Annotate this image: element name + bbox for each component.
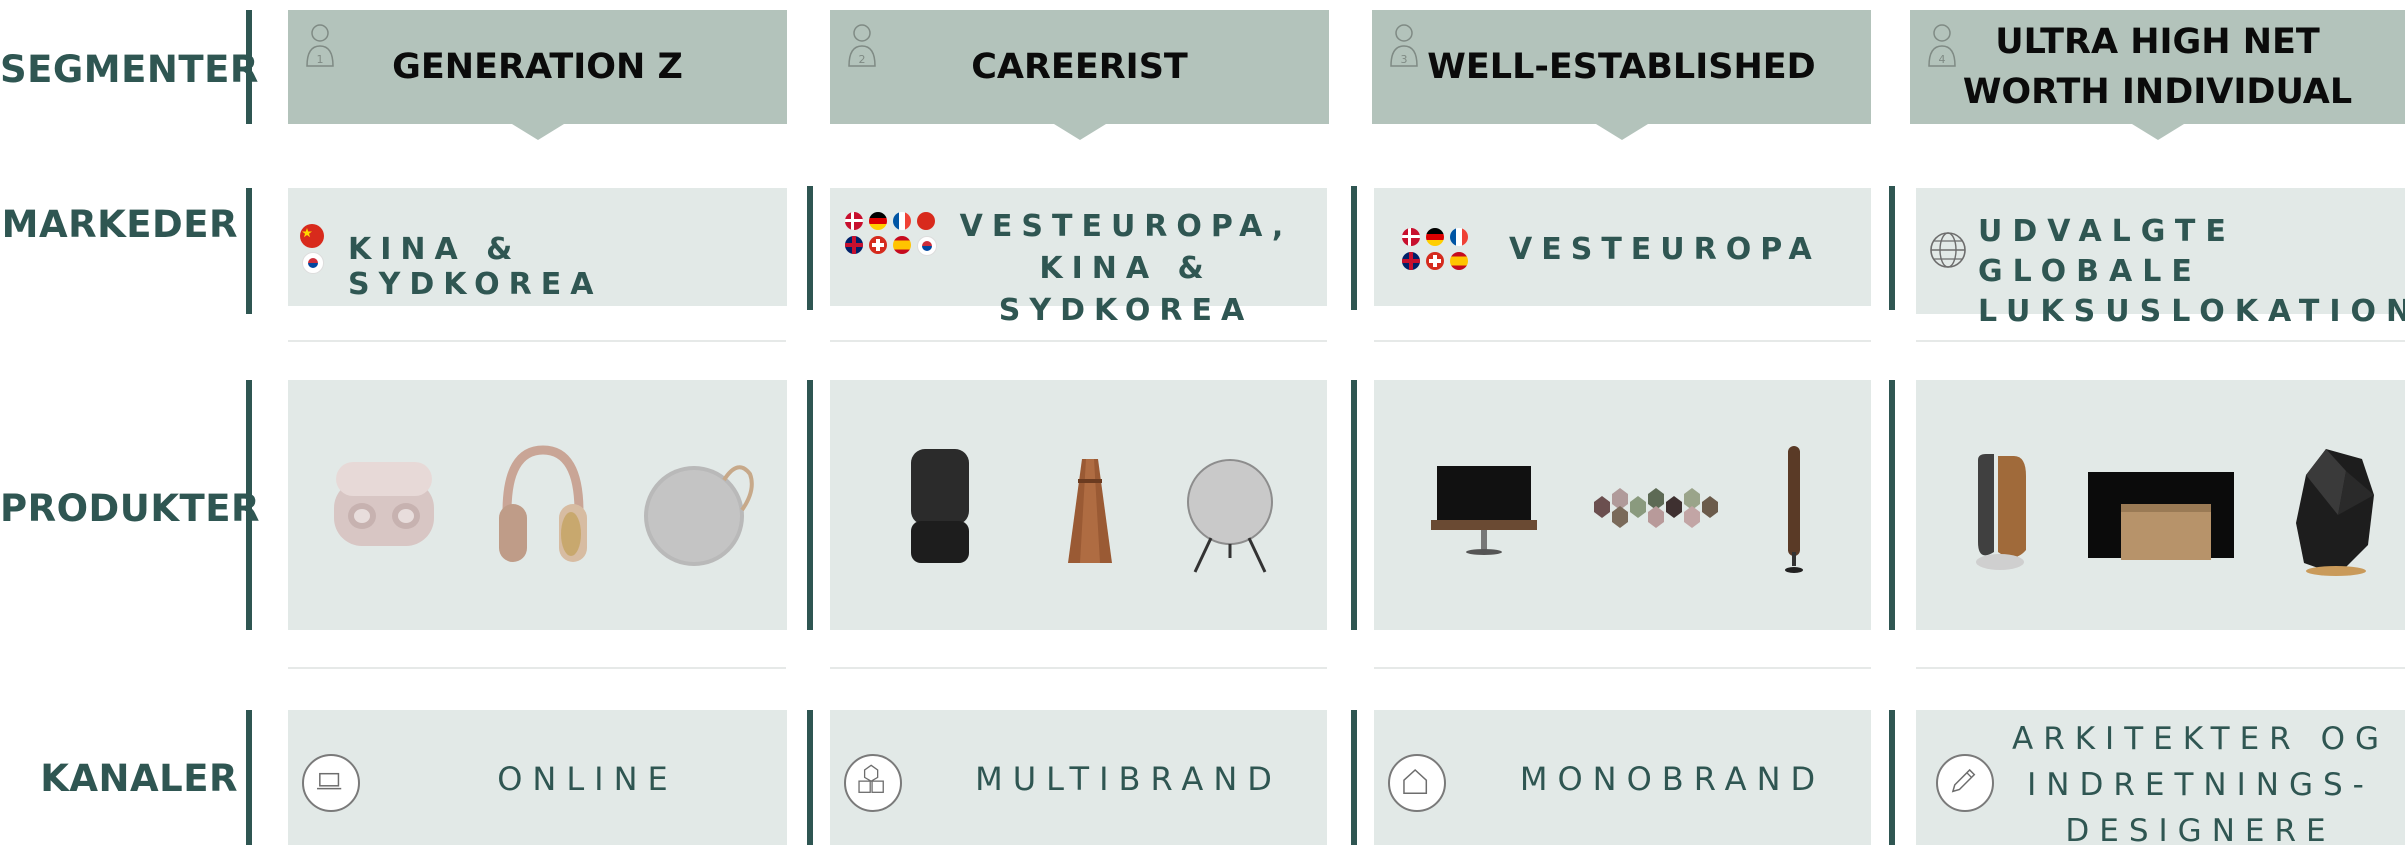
divider-products (246, 380, 252, 630)
segment-header-2: 2 CAREERIST (830, 10, 1329, 140)
col-divider (1351, 380, 1357, 630)
channel-text: ONLINE (497, 760, 678, 798)
segment-arrow (511, 124, 564, 140)
product-cell-3 (1374, 380, 1871, 630)
market-text-line: UDVALGTE GLOBALE (1978, 214, 2236, 289)
sculpture-speaker-product (2296, 449, 2374, 576)
segment-title-line: ULTRA HIGH NET (1995, 22, 2320, 62)
channel-text: MULTIBRAND (975, 760, 1282, 798)
flag-denmark-icon (845, 212, 863, 230)
television-product (1431, 466, 1537, 555)
segment-title: WELL-ESTABLISHED (1427, 47, 1816, 87)
row-separator (830, 667, 1327, 669)
channel-text: ARKITEKTER OG INDRETNINGS- DESIGNERE (1996, 716, 2405, 854)
row-separator (1374, 667, 1871, 669)
market-cell-1: KINA & SYDKOREA (288, 188, 787, 306)
segment-title-line: WORTH INDIVIDUAL (1962, 72, 2353, 112)
multibrand-icon (844, 754, 902, 812)
flag-germany-icon (869, 212, 887, 230)
headphones-product (499, 445, 587, 562)
col-divider (1351, 710, 1357, 845)
market-cell-4: UDVALGTE GLOBALE LUKSUSLOKATIONER (1916, 188, 2405, 329)
row-separator (288, 340, 786, 342)
channel-text-line: DESIGNERE (2065, 813, 2336, 849)
channel-text-line: INDRETNINGS- (2027, 767, 2374, 803)
house-icon (1388, 754, 1446, 812)
col-divider (807, 710, 813, 845)
col-divider (1351, 186, 1357, 310)
row-label-channels: KANALER (40, 757, 238, 800)
row-label-products: PRODUKTER (0, 487, 260, 530)
divider-channels (246, 710, 252, 845)
row-separator (1916, 667, 2405, 669)
cone-speaker-product (1068, 459, 1112, 563)
segment-title: GENERATION Z (392, 47, 683, 87)
laptop-icon (302, 754, 360, 812)
channel-cell-4: ARKITEKTER OG INDRETNINGS- DESIGNERE (1916, 710, 2405, 849)
flag-china-icon (300, 224, 324, 248)
segment-header-3: 3 WELL-ESTABLISHED (1372, 10, 1871, 140)
flag-spain-icon (893, 236, 911, 254)
market-cell-3: VESTEUROPA (1374, 188, 1871, 306)
market-text: VESTEUROPA (1509, 232, 1821, 267)
round-speaker-product (1187, 459, 1273, 573)
col-divider (1889, 186, 1895, 310)
market-text: KINA & SYDKOREA (348, 232, 603, 302)
segment-title: ULTRA HIGH NET WORTH INDIVIDUAL (1910, 10, 2405, 124)
globe-icon (1930, 232, 1966, 268)
segment-title: CAREERIST (971, 47, 1188, 87)
flag-denmark-icon (1402, 228, 1420, 246)
flag-switzerland-icon (869, 236, 887, 254)
col-divider (1889, 710, 1895, 845)
segment-arrow (1053, 124, 1106, 140)
tower-speaker-product (1976, 454, 2026, 570)
flag-group-icon (1402, 228, 1474, 272)
flag-france-icon (1450, 228, 1468, 246)
row-label-markets: MARKEDER (1, 203, 238, 246)
speaker-product (644, 465, 754, 566)
row-separator (288, 667, 786, 669)
wall-speaker-product (1594, 488, 1718, 528)
wide-tv-product (2088, 472, 2234, 560)
market-text-line: LUKSUSLOKATIONER (1978, 294, 2405, 329)
flag-uk-icon (1402, 252, 1420, 270)
channel-cell-1: ONLINE (288, 710, 787, 845)
channel-cell-3: MONOBRAND (1374, 710, 1871, 845)
product-cell-2 (830, 380, 1327, 630)
earbuds-product (334, 462, 434, 546)
channel-text-line: ARKITEKTER OG (2011, 721, 2389, 757)
row-label-segments: SEGMENTER (0, 48, 259, 91)
product-cell-1 (288, 380, 787, 630)
flag-uk-icon (845, 236, 863, 254)
flag-switzerland-icon (1426, 252, 1444, 270)
col-divider (807, 186, 813, 310)
market-text-line: KINA & SYDKOREA (998, 251, 1254, 328)
flag-france-icon (893, 212, 911, 230)
segment-arrow (1595, 124, 1648, 140)
row-separator (1916, 340, 2405, 342)
floor-speaker-product (1785, 446, 1803, 573)
flag-korea-icon (302, 252, 324, 274)
pencil-icon (1936, 754, 1994, 812)
market-text-line: VESTEUROPA, (959, 209, 1293, 244)
col-divider (807, 380, 813, 630)
flag-spain-icon (1450, 252, 1468, 270)
market-text: UDVALGTE GLOBALE LUKSUSLOKATIONER (1978, 212, 2405, 332)
segment-header-4: 4 ULTRA HIGH NET WORTH INDIVIDUAL (1910, 10, 2405, 140)
channel-text: MONOBRAND (1519, 760, 1826, 798)
column-speaker-product (911, 449, 969, 563)
col-divider (1889, 380, 1895, 630)
divider-markets (246, 188, 252, 314)
segment-header-1: 1 GENERATION Z (288, 10, 787, 140)
row-separator (1374, 340, 1871, 342)
product-cell-4 (1916, 380, 2405, 630)
channel-cell-2: MULTIBRAND (830, 710, 1327, 845)
market-text: VESTEUROPA, KINA & SYDKOREA (925, 206, 1327, 332)
market-cell-2: VESTEUROPA, KINA & SYDKOREA (830, 188, 1327, 328)
row-separator (830, 340, 1327, 342)
divider-segments (246, 10, 252, 124)
segment-arrow (2131, 124, 2184, 140)
flag-germany-icon (1426, 228, 1444, 246)
